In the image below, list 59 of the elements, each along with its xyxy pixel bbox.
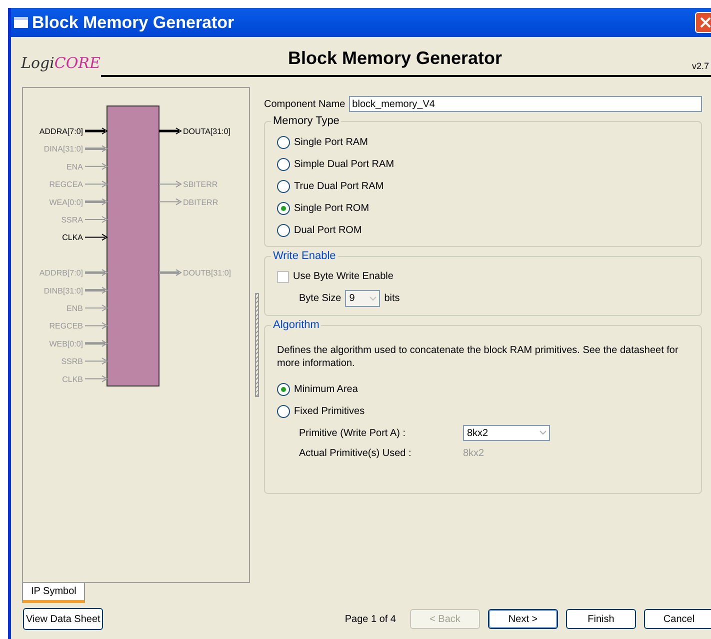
group-title: Algorithm [271,318,322,332]
pin-label: CLKB [62,374,83,384]
pin-label: DINA[31:0] [44,144,83,154]
pin-label: SSRB [61,357,83,366]
pin-label: ENA [66,162,83,172]
page-title: Block Memory Generator [288,46,502,70]
radio-label: Minimum Area [294,382,358,396]
field-label: Primitive (Write Port A) : [299,426,406,440]
pin-label: ADDRB[7:0] [39,268,83,278]
radio-button[interactable] [277,224,290,236]
wizard-button[interactable]: Cancel [644,609,711,629]
radio-button[interactable] [277,202,290,214]
field-label: Byte Size [299,292,342,306]
wizard-button[interactable]: Finish [566,609,636,629]
pin-label: ADDRA[7:0] [39,127,83,136]
radio-label: Single Port ROM [294,202,370,216]
radio-label: True Dual Port RAM [294,180,384,194]
close-icon [700,17,711,28]
description-text: Defines the algorithm used to concatenate the block RAM primitives. See the datasheet for more information. [277,344,680,370]
pin-label: SSRA [61,216,83,224]
pin-label: CLKA [62,233,83,242]
tab[interactable]: IP Symbol [22,583,86,603]
radio-button[interactable] [277,180,290,192]
field-label: Component Name [264,98,346,112]
field-label: Actual Primitive(s) Used : [299,447,412,461]
view-data-sheet-button[interactable]: View Data Sheet [23,608,104,630]
wizard-button[interactable]: Next > [488,609,558,629]
primitive-dropdown[interactable]: 8kx2 [463,425,550,441]
radio-button[interactable] [277,158,290,170]
window-icon [14,17,28,28]
pin-label: WEA[0:0] [49,198,83,207]
logo-text: CORE [54,52,100,74]
pin-label: DOUTA[31:0] [183,127,230,136]
logo-text: Logi [21,52,54,74]
radio-button[interactable] [277,404,290,418]
pin-label: DBITERR [183,198,218,207]
page-indicator: Page 1 of 4 [344,612,396,626]
component-name-field[interactable]: block_memory_V4 [349,96,702,112]
group-title: Memory Type [271,114,342,128]
window-title: Block Memory Generator [32,12,234,34]
close-button[interactable] [695,12,711,33]
unit-label: bits [384,292,400,306]
radio-label: Fixed Primitives [294,404,365,418]
version-label: v2.7 [692,60,709,72]
checkbox-label: Use Byte Write Enable [293,270,394,284]
radio-button[interactable] [277,136,290,148]
checkbox[interactable] [277,270,289,282]
pin-label: DINB[31:0] [44,286,83,296]
radio-label: Dual Port ROM [294,224,362,238]
actual-primitive-value: 8kx2 [463,447,484,461]
radio-label: Single Port RAM [294,136,368,150]
pin-label: DOUTB[31:0] [183,268,232,278]
pin-label: WEB[0:0] [49,339,83,348]
radio-button[interactable] [277,382,290,396]
pin-label: REGCEB [49,322,83,331]
pin-label: SBITERR [183,180,218,190]
pin-label: REGCEA [49,180,83,190]
radio-label: Simple Dual Port RAM [294,158,394,172]
pin-label: ENB [66,304,83,313]
